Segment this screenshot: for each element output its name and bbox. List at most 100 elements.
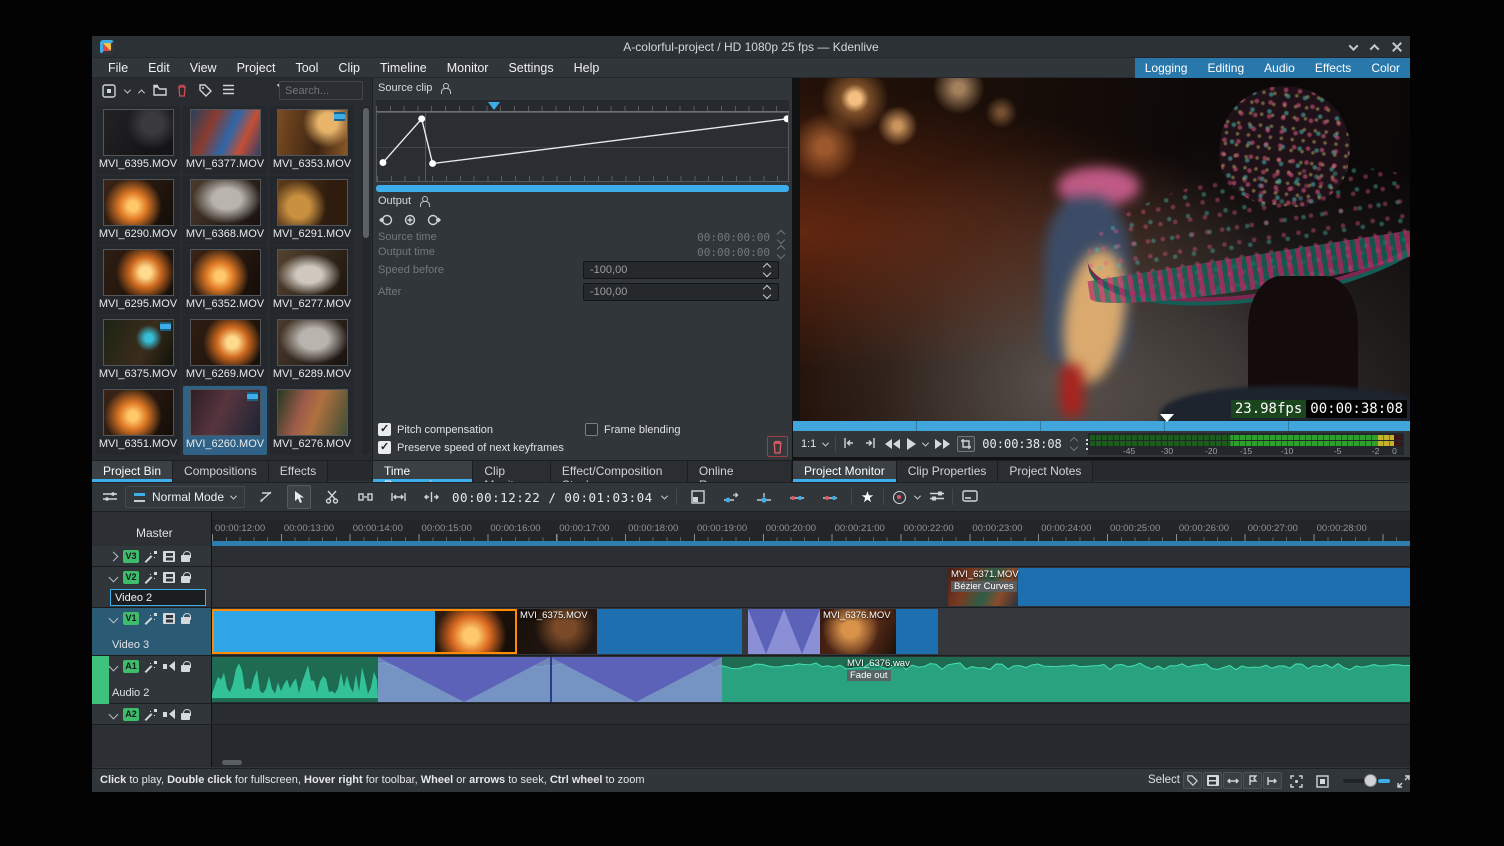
- preserve-speed-checkbox[interactable]: Preserve speed of next keyframes: [378, 441, 564, 454]
- bin-clip[interactable]: MVI_6269.MOV: [183, 316, 267, 385]
- timecode-spinner[interactable]: [1069, 437, 1079, 451]
- timeline-clip[interactable]: MVI_6371.MOV Bézier Curves: [948, 568, 1410, 606]
- tab-clip-monitor[interactable]: Clip Monitor: [473, 461, 551, 482]
- selection-tool-button[interactable]: [287, 485, 311, 509]
- add-keyframe-icon[interactable]: [403, 213, 417, 227]
- insert-zone-button[interactable]: [686, 485, 710, 509]
- menu-view[interactable]: View: [180, 59, 227, 77]
- bin-clip[interactable]: MVI_6352.MOV: [183, 246, 267, 315]
- menu-monitor[interactable]: Monitor: [437, 59, 499, 77]
- lock-icon[interactable]: [181, 613, 190, 624]
- video-frame[interactable]: 23.98fps 00:00:38:08: [800, 78, 1410, 421]
- checkbox-checked-icon[interactable]: [378, 441, 391, 454]
- frame-blending-checkbox[interactable]: Frame blending: [585, 423, 680, 436]
- mixer-icon[interactable]: [929, 490, 943, 504]
- track-options-icon[interactable]: [102, 490, 116, 504]
- loop-zone-button[interactable]: [957, 436, 975, 452]
- tab-project-bin[interactable]: Project Bin: [92, 461, 173, 482]
- bin-clip[interactable]: MVI_6368.MOV: [183, 176, 267, 245]
- track-badge[interactable]: V2: [123, 571, 139, 584]
- menu-clip[interactable]: Clip: [328, 59, 370, 77]
- search-input[interactable]: [279, 81, 363, 100]
- track-a1-body[interactable]: MVI_6376.wav Fade out: [212, 656, 1410, 703]
- workspace-tab-audio[interactable]: Audio: [1254, 58, 1305, 78]
- source-time-spinner[interactable]: [776, 230, 786, 244]
- menu-timeline[interactable]: Timeline: [370, 59, 437, 77]
- monitor-seekbar[interactable]: [793, 421, 1410, 431]
- track-badge[interactable]: V3: [123, 550, 139, 563]
- snap-button[interactable]: [1263, 772, 1282, 789]
- bin-clip[interactable]: MVI_6351.MOV: [96, 386, 180, 455]
- tab-clip-properties[interactable]: Clip Properties: [897, 461, 999, 482]
- menu-project[interactable]: Project: [227, 59, 286, 77]
- bin-clip[interactable]: MVI_6353.MOV: [270, 106, 354, 175]
- selected-clip[interactable]: [212, 609, 517, 654]
- tab-project-monitor[interactable]: Project Monitor: [793, 461, 897, 482]
- record-options-icon[interactable]: [914, 492, 921, 499]
- track-v2-body[interactable]: MVI_6371.MOV Bézier Curves: [212, 567, 1410, 607]
- add-clip-icon[interactable]: [102, 84, 116, 98]
- split-view-button[interactable]: [419, 485, 443, 509]
- track-a1-header[interactable]: A1 Audio 2: [92, 656, 212, 703]
- video-thumbnails-button[interactable]: [1203, 772, 1222, 789]
- mix-transition[interactable]: [748, 609, 820, 654]
- track-v1-body[interactable]: MVI_6375.MOV MVI_6376.MOV: [212, 608, 1410, 655]
- track-badge[interactable]: A2: [123, 708, 139, 721]
- tab-effect-composition-stack[interactable]: Effect/Composition Stack: [551, 461, 688, 482]
- minimize-icon[interactable]: [1349, 41, 1359, 51]
- add-clip-dropdown-icon[interactable]: [124, 86, 131, 93]
- bin-clip[interactable]: MVI_6375.MOV: [96, 316, 180, 385]
- bin-clip[interactable]: MVI_6295.MOV: [96, 246, 180, 315]
- tags-filter-button[interactable]: [1183, 772, 1202, 789]
- bin-clip[interactable]: MVI_6276.MOV: [270, 386, 354, 455]
- bin-clip[interactable]: MVI_6395.MOV: [96, 106, 180, 175]
- workspace-tab-effects[interactable]: Effects: [1305, 58, 1361, 78]
- speed-after-input[interactable]: -100,00: [583, 283, 779, 301]
- bin-clip[interactable]: MVI_6290.MOV: [96, 176, 180, 245]
- keyframe-move-right-button[interactable]: [719, 485, 743, 509]
- output-time-spinner[interactable]: [776, 245, 786, 259]
- menu-file[interactable]: File: [98, 59, 138, 77]
- menu-settings[interactable]: Settings: [498, 59, 563, 77]
- expand-icon[interactable]: [109, 552, 119, 562]
- master-track-button[interactable]: Master: [92, 520, 212, 546]
- zoom-slider-handle[interactable]: [1364, 774, 1377, 787]
- rewind-icon[interactable]: [885, 439, 900, 449]
- effects-icon[interactable]: [145, 572, 157, 584]
- zone-start-icon[interactable]: [843, 437, 857, 451]
- subtitle-icon[interactable]: [962, 490, 976, 504]
- track-a2-header[interactable]: A2: [92, 704, 212, 724]
- collapse-icon[interactable]: [109, 710, 119, 720]
- tag-icon[interactable]: [199, 84, 213, 98]
- delete-icon[interactable]: [176, 84, 190, 98]
- mix-clips-button[interactable]: [254, 485, 278, 509]
- workspace-tab-color[interactable]: Color: [1361, 58, 1410, 78]
- lock-icon[interactable]: [181, 551, 190, 562]
- speaker-icon[interactable]: [163, 661, 175, 672]
- keyframe-point[interactable]: [784, 115, 788, 122]
- track-a2-body[interactable]: [212, 704, 1410, 724]
- speed-before-input[interactable]: -100,00: [583, 261, 779, 279]
- markers-button[interactable]: [1243, 772, 1262, 789]
- zoom-expand-icon[interactable]: [1396, 774, 1410, 788]
- keyframe-next-button[interactable]: [818, 485, 842, 509]
- effects-icon[interactable]: [145, 551, 157, 563]
- timeline-hscrollbar[interactable]: [222, 760, 242, 765]
- keyframe-point[interactable]: [429, 160, 436, 167]
- maximize-icon[interactable]: [1370, 43, 1380, 53]
- remap-zoom-bar[interactable]: [376, 185, 789, 192]
- next-keyframe-icon[interactable]: [427, 213, 441, 227]
- menu-tool[interactable]: Tool: [285, 59, 328, 77]
- fit-zoom-button[interactable]: [386, 485, 410, 509]
- effects-icon[interactable]: [145, 661, 157, 673]
- bin-clip[interactable]: MVI_6260.MOV: [183, 386, 267, 455]
- create-folder-icon[interactable]: [153, 84, 167, 98]
- keyframe-graph[interactable]: [376, 112, 789, 182]
- track-badge[interactable]: A1: [123, 660, 139, 673]
- keyframe-center-button[interactable]: [752, 485, 776, 509]
- edit-mode-select[interactable]: Normal Mode: [125, 486, 245, 508]
- lock-icon[interactable]: [181, 709, 190, 720]
- speed-before-spinner[interactable]: [762, 263, 772, 277]
- workspace-tab-logging[interactable]: Logging: [1135, 58, 1198, 78]
- delete-keyframes-button[interactable]: [767, 436, 788, 457]
